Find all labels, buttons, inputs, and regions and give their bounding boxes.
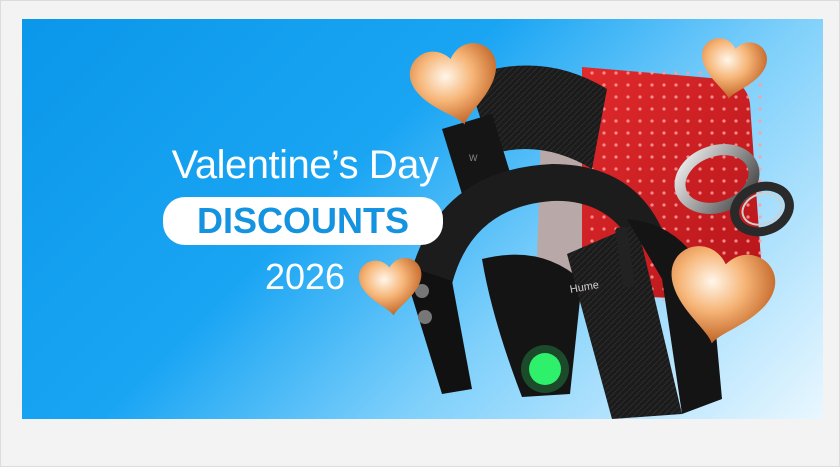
banner-year: 2026 [264,256,346,297]
banner-title: Valentine’s Day [171,143,439,187]
valentines-banner[interactable]: W Hume Valentine’s Day DISCOUNTS 2026 [22,19,823,419]
banner-headline: Valentine’s Day DISCOUNTS 2026 [155,143,455,297]
discounts-pill: DISCOUNTS [162,197,443,245]
article-card: W Hume Valentine’s Day DISCOUNTS 2026 [0,0,840,467]
svg-text:W: W [469,153,478,163]
